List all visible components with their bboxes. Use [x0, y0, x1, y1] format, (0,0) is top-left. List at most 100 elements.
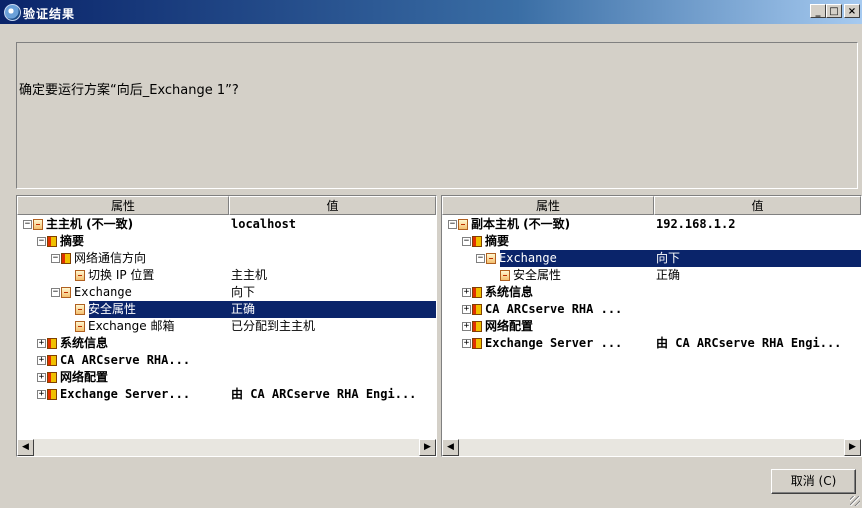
- tree-row[interactable]: + CA ARCserve RHA...: [17, 352, 436, 369]
- property-group-icon: [472, 304, 482, 315]
- property-value: 由 CA ARCserve RHA Engi...: [231, 387, 417, 401]
- property-label: Exchange 邮箱: [88, 319, 175, 333]
- column-header-value[interactable]: 值: [229, 196, 436, 215]
- close-button[interactable]: ×: [844, 4, 860, 18]
- property-icon: [61, 287, 71, 298]
- tree-row[interactable]: + 系统信息: [17, 335, 436, 352]
- tree-row[interactable]: + CA ARCserve RHA ...: [442, 301, 861, 318]
- property-icon: [75, 321, 85, 332]
- property-value: 192.168.1.2: [656, 217, 736, 231]
- expand-icon[interactable]: +: [37, 373, 46, 382]
- expand-icon[interactable]: +: [462, 339, 471, 348]
- property-label: 网络配置: [485, 319, 534, 333]
- tree-row[interactable]: + Exchange Server... 由 CA ARCserve RHA Eng…: [17, 386, 436, 403]
- property-label: 系统信息: [60, 336, 109, 350]
- column-header-value[interactable]: 值: [654, 196, 861, 215]
- property-label: CA ARCserve RHA ...: [485, 302, 623, 316]
- column-header-property[interactable]: 属性: [442, 196, 654, 215]
- expand-icon[interactable]: +: [462, 305, 471, 314]
- horizontal-scrollbar[interactable]: ◀ ▶: [17, 439, 436, 456]
- property-value: 向下: [231, 285, 256, 299]
- property-label: 网络配置: [60, 370, 109, 384]
- property-icon: [486, 253, 496, 264]
- property-label: 安全属性: [88, 302, 137, 316]
- expand-icon[interactable]: +: [37, 356, 46, 365]
- expand-icon[interactable]: +: [37, 390, 46, 399]
- property-value: 正确: [656, 268, 681, 282]
- property-group-icon: [472, 236, 482, 247]
- tree-row[interactable]: − Exchange 向下: [17, 284, 436, 301]
- horizontal-scrollbar[interactable]: ◀ ▶: [442, 439, 861, 456]
- property-group-icon: [47, 236, 57, 247]
- expand-icon[interactable]: +: [462, 322, 471, 331]
- property-value: 主主机: [231, 268, 268, 282]
- collapse-icon[interactable]: −: [51, 254, 60, 263]
- property-label: CA ARCserve RHA...: [60, 353, 191, 367]
- property-label: Exchange Server ...: [485, 336, 623, 350]
- property-icon: [500, 270, 510, 281]
- property-label: 网络通信方向: [74, 251, 147, 265]
- property-group-icon: [472, 338, 482, 349]
- property-group-icon: [472, 287, 482, 298]
- tree-row[interactable]: − 摘要: [17, 233, 436, 250]
- tree-row[interactable]: + 网络配置: [442, 318, 861, 335]
- tree-row[interactable]: + 网络配置: [17, 369, 436, 386]
- tree-row[interactable]: 切换 IP 位置 主主机: [17, 267, 436, 284]
- resize-grip[interactable]: [850, 496, 860, 506]
- collapse-icon[interactable]: −: [476, 254, 485, 263]
- tree-row[interactable]: − 副本主机 (不一致) 192.168.1.2: [442, 216, 861, 233]
- property-value: localhost: [231, 217, 297, 231]
- property-group-icon: [47, 372, 57, 383]
- minimize-button[interactable]: _: [810, 4, 826, 18]
- maximize-button[interactable]: □: [826, 4, 842, 18]
- property-icon: [75, 304, 85, 315]
- tree-row[interactable]: 安全属性 正确: [17, 301, 436, 318]
- cancel-button[interactable]: 取消 (C): [771, 469, 856, 494]
- app-icon: [4, 4, 21, 21]
- scroll-right-button[interactable]: ▶: [419, 439, 436, 456]
- property-label: 安全属性: [513, 268, 562, 282]
- tree-row[interactable]: − 摘要: [442, 233, 861, 250]
- selection-highlight: [89, 301, 436, 318]
- property-value: 由 CA ARCserve RHA Engi...: [656, 336, 842, 350]
- property-group-icon: [61, 253, 71, 264]
- tree-row[interactable]: 安全属性 正确: [442, 267, 861, 284]
- collapse-icon[interactable]: −: [51, 288, 60, 297]
- collapse-icon[interactable]: −: [23, 220, 32, 229]
- property-icon: [458, 219, 468, 230]
- property-label: Exchange: [74, 285, 132, 299]
- scroll-left-button[interactable]: ◀: [17, 439, 34, 456]
- tree-row[interactable]: Exchange 邮箱 已分配到主主机: [17, 318, 436, 335]
- property-label: 副本主机 (不一致): [471, 217, 571, 231]
- property-icon: [33, 219, 43, 230]
- tree-row[interactable]: + Exchange Server ... 由 CA ARCserve RHA En…: [442, 335, 861, 352]
- expand-icon[interactable]: +: [462, 288, 471, 297]
- property-group-icon: [472, 321, 482, 332]
- title-bar: 验证结果 _ □ ×: [0, 0, 862, 24]
- property-label: 主主机 (不一致): [46, 217, 134, 231]
- property-group-icon: [47, 355, 57, 366]
- master-tree: − 主主机 (不一致) localhost − 摘要 − 网络通信方向 切换 IP 位置 主主机…: [17, 216, 436, 403]
- property-label: Exchange Server...: [60, 387, 191, 401]
- question-text: 确定要运行方案“向后_Exchange 1”?: [19, 83, 239, 98]
- tree-row[interactable]: − Exchange 向下: [442, 250, 861, 267]
- collapse-icon[interactable]: −: [37, 237, 46, 246]
- tree-row[interactable]: − 网络通信方向: [17, 250, 436, 267]
- property-label: 摘要: [60, 234, 85, 248]
- collapse-icon[interactable]: −: [448, 220, 457, 229]
- property-icon: [75, 270, 85, 281]
- column-header-property[interactable]: 属性: [17, 196, 229, 215]
- tree-row[interactable]: − 主主机 (不一致) localhost: [17, 216, 436, 233]
- scroll-right-button[interactable]: ▶: [844, 439, 861, 456]
- expand-icon[interactable]: +: [37, 339, 46, 348]
- question-area: 确定要运行方案“向后_Exchange 1”?: [16, 42, 858, 189]
- property-group-icon: [47, 338, 57, 349]
- property-value: 正确: [231, 302, 256, 316]
- property-value: 向下: [656, 251, 681, 265]
- collapse-icon[interactable]: −: [462, 237, 471, 246]
- property-label: 摘要: [485, 234, 510, 248]
- tree-row[interactable]: + 系统信息: [442, 284, 861, 301]
- scroll-left-button[interactable]: ◀: [442, 439, 459, 456]
- property-group-icon: [47, 389, 57, 400]
- replica-properties-panel: 属性 值 − 副本主机 (不一致) 192.168.1.2− 摘要 − Exchange 向…: [441, 195, 862, 457]
